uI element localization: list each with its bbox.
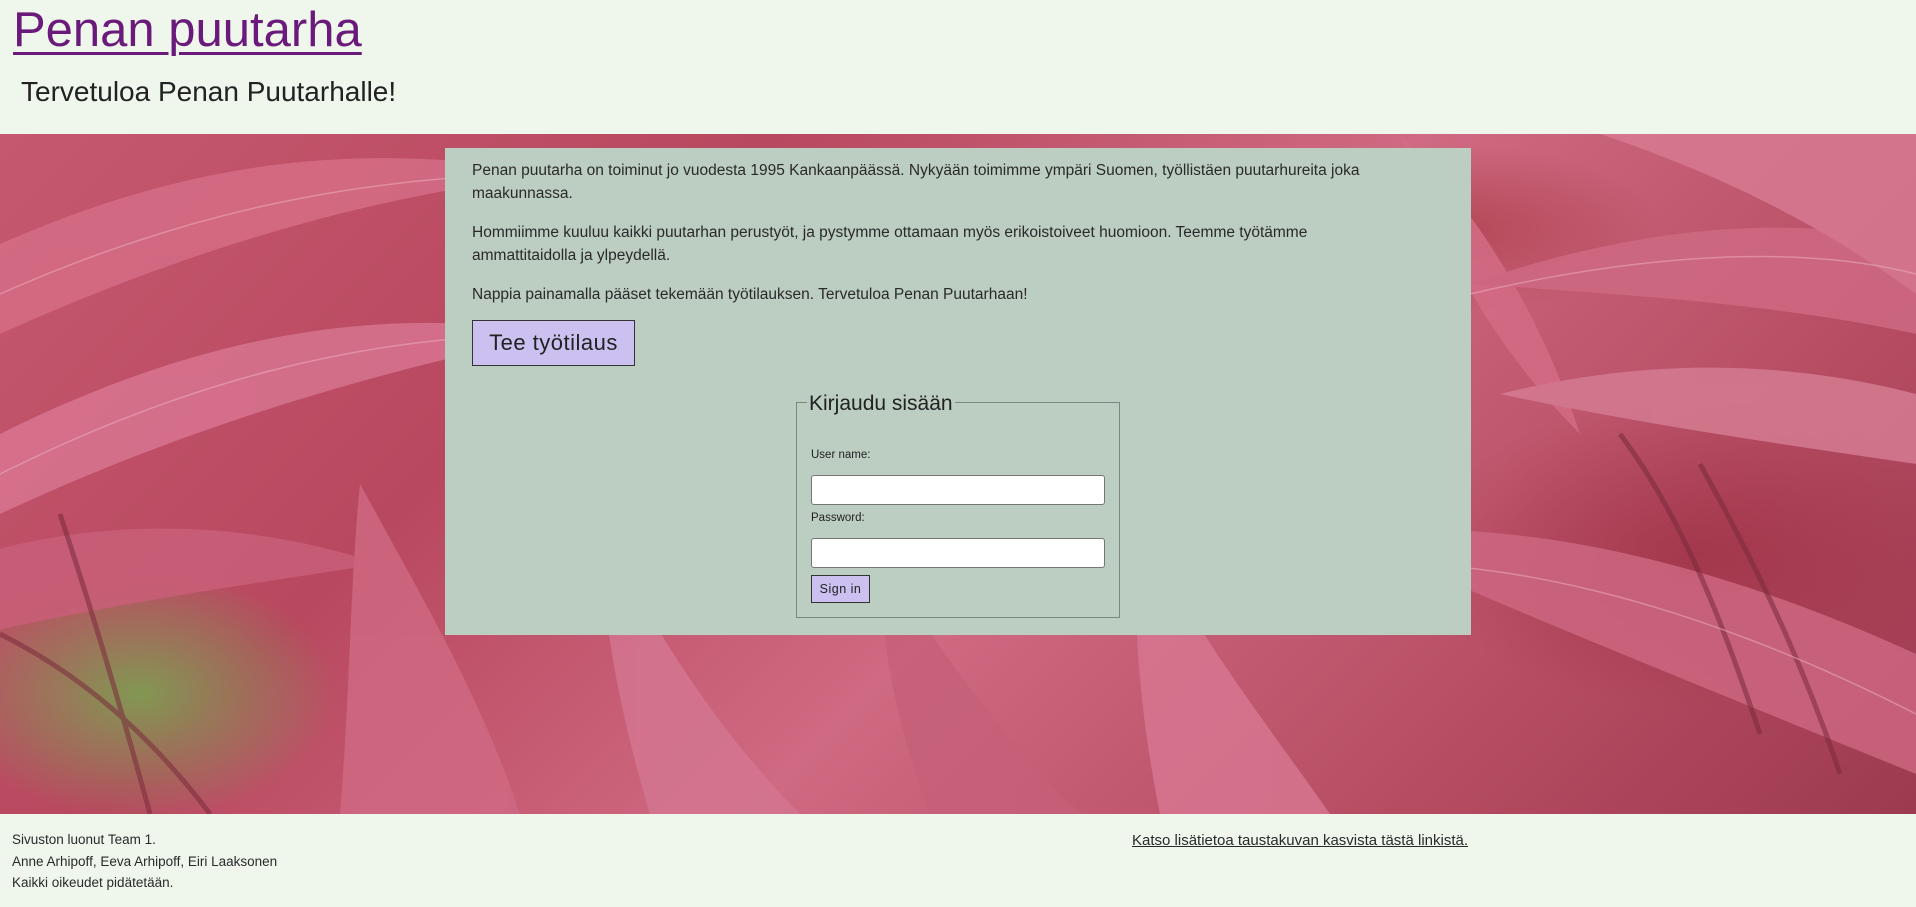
footer-credits: Sivuston luonut Team 1. Anne Arhipoff, E… [12, 829, 277, 894]
login-fieldset: Kirjaudu sisään User name: Password: Sig… [796, 392, 1120, 618]
footer-credit-line: Anne Arhipoff, Eeva Arhipoff, Eiri Laaks… [12, 853, 278, 869]
site-title-link[interactable]: Penan puutarha [13, 2, 362, 58]
intro-paragraph-1: Penan puutarha on toiminut jo vuodesta 1… [472, 162, 1360, 202]
username-input[interactable] [811, 475, 1105, 505]
footer-credit-line: Sivuston luonut Team 1. [12, 832, 156, 847]
password-input[interactable] [811, 538, 1105, 568]
welcome-heading: Tervetuloa Penan Puutarhalle! [21, 76, 397, 107]
footer-credit-line: Kaikki oikeudet pidätetään. [12, 875, 174, 890]
intro-paragraph-3: Nappia painamalla pääset tekemään työtil… [472, 286, 1028, 303]
site-footer: Sivuston luonut Team 1. Anne Arhipoff, E… [0, 814, 1916, 907]
background-plant-info-link[interactable]: Katso lisätietoa taustakuvan kasvista tä… [1132, 832, 1468, 849]
site-header: Penan puutarha Tervetuloa Penan Puutarha… [0, 0, 1916, 134]
username-label: User name: [811, 449, 871, 461]
sign-in-button[interactable]: Sign in [811, 575, 870, 603]
order-work-button[interactable]: Tee työtilaus [472, 320, 635, 366]
password-label: Password: [811, 512, 865, 524]
content-panel: Penan puutarha on toiminut jo vuodesta 1… [445, 148, 1471, 635]
login-legend: Kirjaudu sisään [807, 392, 955, 416]
intro-paragraph-2: Hommiimme kuuluu kaikki puutarhan perust… [472, 224, 1308, 264]
